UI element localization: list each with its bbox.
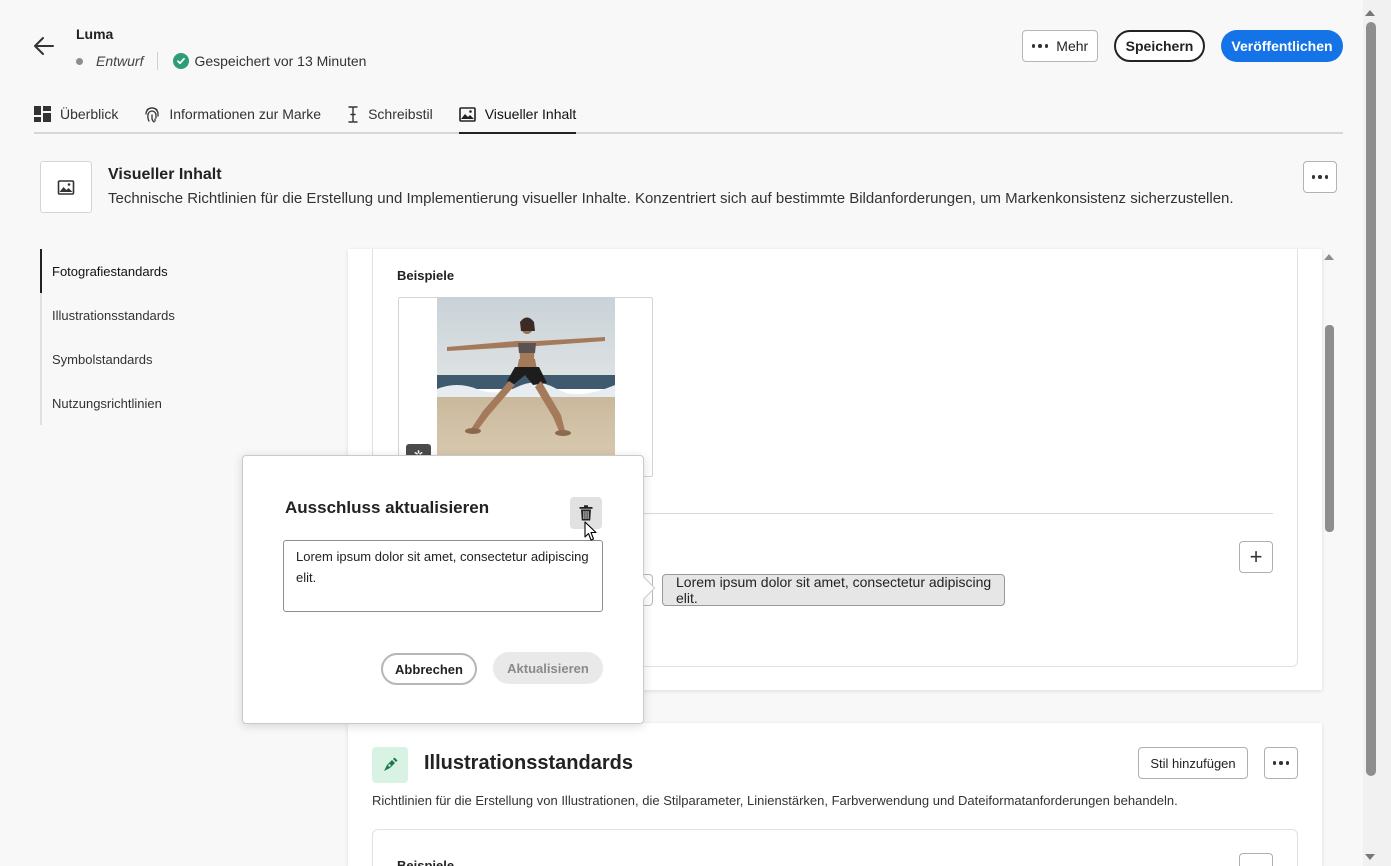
dialog-title: Ausschluss aktualisieren [285,498,490,517]
fingerprint-icon [145,106,160,123]
tab-label: Schreibstil [368,106,433,122]
back-arrow-icon[interactable] [33,36,55,56]
inner-scrollbar-thumb[interactable] [1325,325,1334,532]
section-title: Visueller Inhalt [108,166,222,183]
illustration-card-label: Beispiele [397,859,454,866]
side-nav-item-symbols[interactable]: Symbolstandards [40,337,240,381]
update-button[interactable]: Aktualisieren [493,652,603,684]
example-photo [437,297,615,455]
tab-label: Visueller Inhalt [484,106,577,122]
illustration-menu-button[interactable] [1264,747,1298,779]
status-draft: Entwurf [96,53,144,69]
add-style-button[interactable]: Stil hinzufügen [1138,747,1248,779]
cancel-button[interactable]: Abbrechen [381,653,477,685]
more-button-label: Mehr [1056,38,1089,54]
tab-visual-content[interactable]: Visueller Inhalt [458,96,577,134]
section-description: Technische Richtlinien für die Erstellun… [108,190,1234,207]
more-dots-icon [1031,44,1049,48]
tab-bar: Überblick Informationen zur Marke Schrei… [34,96,1343,134]
draft-dot-icon [76,57,83,65]
exclusion-tag[interactable]: Lorem ipsum dolor sit amet, consectetur … [662,574,1005,606]
add-exclusion-button[interactable]: + [1239,541,1273,573]
illustration-description: Richtlinien für die Erstellung von Illus… [372,793,1178,808]
side-nav-item-photography[interactable]: Fotografiestandards [40,249,240,293]
section-image-icon [40,161,92,213]
mouse-cursor-icon [584,521,597,541]
save-button[interactable]: Speichern [1114,30,1205,62]
illustration-title: Illustrationsstandards [424,752,633,774]
tab-brand-info[interactable]: Informationen zur Marke [144,96,321,132]
section-menu-button[interactable] [1303,161,1337,193]
scroll-down-icon[interactable] [1364,852,1376,862]
status-divider [157,52,159,70]
inner-scroll-up-icon[interactable] [1323,252,1335,262]
tab-writing-style[interactable]: Schreibstil [347,96,433,132]
card-divider [643,513,1273,514]
illustration-add-button[interactable] [1239,853,1273,866]
exclusion-text-field[interactable]: Lorem ipsum dolor sit amet, consectetur … [283,540,603,612]
status-row: Entwurf Gespeichert vor 13 Minuten [76,52,367,70]
pen-icon [372,747,408,783]
saved-check-icon [173,53,190,69]
more-button[interactable]: Mehr [1022,30,1098,62]
image-icon [458,106,476,122]
app-title: Luma [76,26,114,42]
page-scrollbar-thumb[interactable] [1366,22,1376,776]
scroll-up-icon[interactable] [1364,8,1376,18]
dashboard-icon [34,106,51,122]
tab-label: Informationen zur Marke [169,106,322,122]
more-dots-icon [1311,175,1329,179]
side-nav: Fotografiestandards Illustrationsstandar… [40,249,240,425]
publish-button[interactable]: Veröffentlichen [1221,30,1343,62]
text-cursor-icon [348,105,358,123]
illustration-card [372,829,1298,866]
tab-overview[interactable]: Überblick [34,96,118,132]
status-saved: Gespeichert vor 13 Minuten [194,53,367,69]
examples-label: Beispiele [397,268,455,283]
tab-label: Überblick [60,106,119,122]
trash-icon [579,505,593,521]
side-nav-item-illustration[interactable]: Illustrationsstandards [40,293,240,337]
side-nav-item-usage[interactable]: Nutzungsrichtlinien [40,381,240,425]
more-dots-icon [1272,761,1290,765]
